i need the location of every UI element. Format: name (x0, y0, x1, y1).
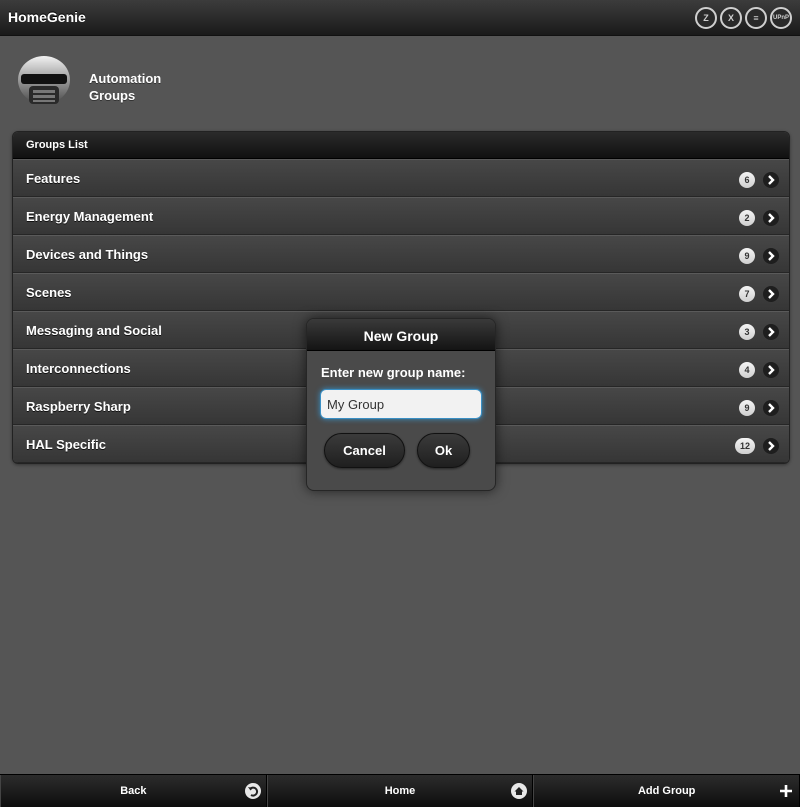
plus-icon (778, 783, 794, 799)
list-item-label: HAL Specific (26, 437, 106, 452)
upnp-icon[interactable]: UPnP (770, 7, 792, 29)
list-item-label: Energy Management (26, 209, 154, 224)
groups-list-divider: Groups List (13, 132, 789, 159)
count-badge: 6 (739, 172, 755, 188)
list-item[interactable]: Energy Management 2 (13, 197, 789, 235)
chevron-right-icon (763, 362, 779, 378)
interface-icons: Z X ≡ UPnP (695, 7, 792, 29)
cancel-button[interactable]: Cancel (324, 433, 405, 468)
count-badge: 4 (739, 362, 755, 378)
x10-icon[interactable]: X (720, 7, 742, 29)
count-badge: 9 (739, 248, 755, 264)
count-badge: 2 (739, 210, 755, 226)
add-group-button[interactable]: Add Group (533, 775, 800, 807)
list-item-label: Raspberry Sharp (26, 399, 131, 414)
list-item-label: Interconnections (26, 361, 131, 376)
chevron-right-icon (763, 324, 779, 340)
ok-button[interactable]: Ok (417, 433, 470, 468)
list-item-label: Features (26, 171, 81, 186)
home-icon (511, 783, 528, 799)
footer-navbar: Back Home Add Group (0, 774, 800, 807)
insteon-icon[interactable]: ≡ (745, 7, 767, 29)
list-item[interactable]: Devices and Things 9 (13, 235, 789, 273)
page-title: Automation Groups (89, 71, 162, 103)
group-name-input[interactable] (320, 389, 482, 419)
back-button[interactable]: Back (0, 775, 267, 807)
chevron-right-icon (763, 438, 779, 454)
count-badge: 9 (739, 400, 755, 416)
dialog-title: New Group (307, 319, 495, 351)
count-badge: 7 (739, 286, 755, 302)
dialog-prompt: Enter new group name: (321, 365, 466, 380)
count-badge: 3 (739, 324, 755, 340)
list-item[interactable]: Features 6 (13, 159, 789, 197)
back-icon (244, 783, 261, 799)
chevron-right-icon (763, 248, 779, 264)
chevron-right-icon (763, 172, 779, 188)
home-label: Home (384, 785, 416, 797)
robot-helmet-icon (18, 56, 70, 104)
app-header: HomeGenie Z X ≡ UPnP (0, 0, 800, 36)
count-badge: 12 (735, 438, 755, 454)
chevron-right-icon (763, 400, 779, 416)
list-item-label: Devices and Things (26, 247, 149, 262)
home-button[interactable]: Home (266, 775, 534, 807)
add-group-label: Add Group (637, 785, 696, 797)
list-item-label: Scenes (26, 285, 72, 300)
chevron-right-icon (763, 286, 779, 302)
app-title: HomeGenie (8, 9, 86, 25)
new-group-dialog: New Group Enter new group name: Cancel O… (306, 318, 496, 491)
list-item[interactable]: Scenes 7 (13, 273, 789, 311)
chevron-right-icon (763, 210, 779, 226)
list-item-label: Messaging and Social (26, 323, 162, 338)
zwave-icon[interactable]: Z (695, 7, 717, 29)
back-label: Back (120, 785, 147, 797)
